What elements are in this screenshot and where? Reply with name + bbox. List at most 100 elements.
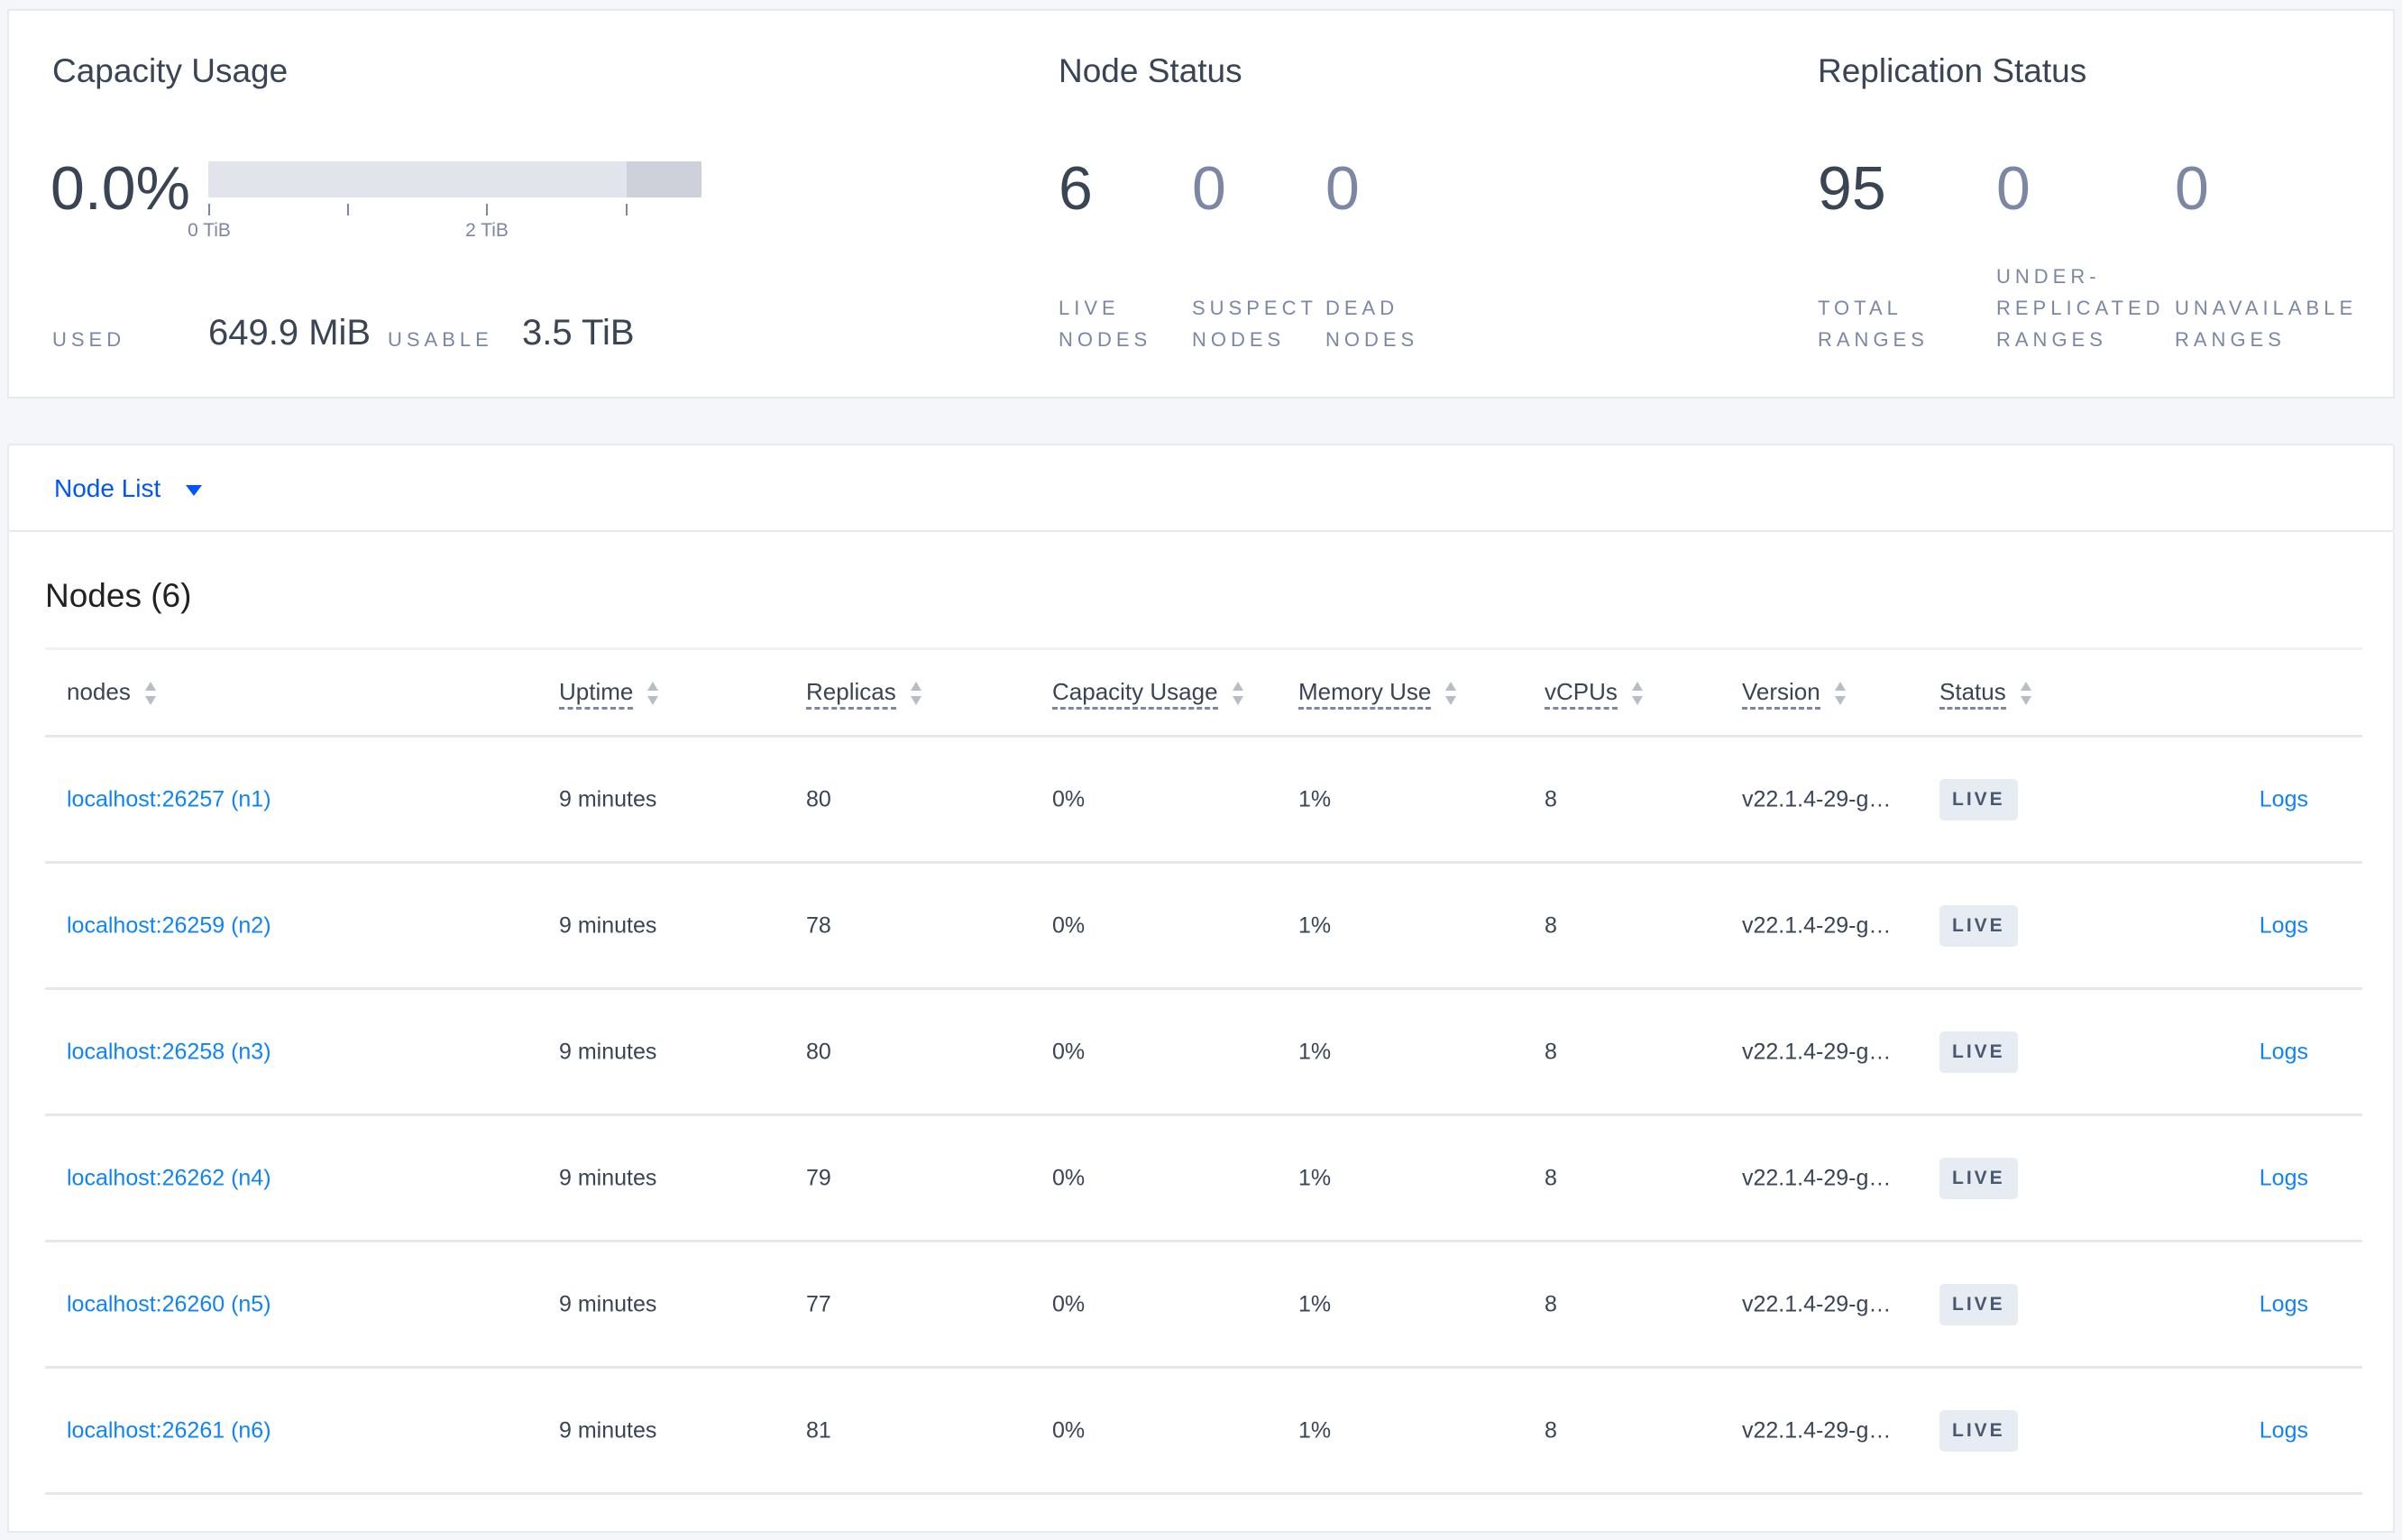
suspect-nodes-label: SUSPECT NODES bbox=[1192, 292, 1317, 355]
cell-version: v22.1.4-29-g… bbox=[1742, 1291, 1892, 1316]
cell-vcpus: 8 bbox=[1545, 912, 1557, 938]
live-nodes-label: LIVE NODES bbox=[1059, 292, 1151, 355]
cell-uptime: 9 minutes bbox=[559, 786, 657, 811]
table-row: localhost:26260 (n5) 9 minutes 77 0% 1% 8 v22.… bbox=[45, 1242, 2362, 1369]
column-header-capacity-usage[interactable]: Capacity Usage bbox=[1052, 678, 1243, 710]
table-row: localhost:26257 (n1) 9 minutes 80 0% 1% 8 v22.… bbox=[45, 738, 2362, 864]
sort-icon[interactable] bbox=[1834, 682, 1846, 706]
node-link[interactable]: localhost:26261 (n6) bbox=[67, 1417, 271, 1444]
logs-link[interactable]: Logs bbox=[2260, 1291, 2308, 1317]
label-line: REPLICATED bbox=[1996, 297, 2165, 319]
node-status-title: Node Status bbox=[1059, 52, 1242, 89]
cell-memory: 1% bbox=[1298, 786, 1332, 811]
cell-capacity: 0% bbox=[1052, 786, 1086, 811]
logs-link[interactable]: Logs bbox=[2260, 912, 2308, 939]
cell-vcpus: 8 bbox=[1545, 1039, 1557, 1064]
view-selector-bar: Node List bbox=[7, 444, 2395, 532]
table-title: Nodes (6) bbox=[45, 577, 192, 614]
cell-memory: 1% bbox=[1298, 1039, 1332, 1064]
header-label: Uptime bbox=[559, 678, 634, 710]
header-label: Version bbox=[1742, 678, 1820, 710]
used-value: 649.9 MiB bbox=[208, 313, 371, 353]
label-line: TOTAL bbox=[1818, 297, 1902, 319]
header-label: nodes bbox=[67, 678, 131, 705]
cell-version: v22.1.4-29-g… bbox=[1742, 1039, 1892, 1064]
usable-value: 3.5 TiB bbox=[522, 313, 635, 353]
node-link[interactable]: localhost:26258 (n3) bbox=[67, 1039, 271, 1065]
divider bbox=[45, 647, 2362, 650]
label-line: RANGES bbox=[2175, 328, 2286, 351]
capacity-title: Capacity Usage bbox=[52, 52, 289, 89]
label-line: LIVE bbox=[1059, 297, 1120, 319]
table-row: localhost:26259 (n2) 9 minutes 78 0% 1% 8 v22.… bbox=[45, 864, 2362, 990]
column-header-nodes[interactable]: nodes bbox=[67, 678, 156, 706]
header-label: Status bbox=[1939, 678, 2006, 710]
dead-nodes-count: 0 bbox=[1325, 154, 1360, 223]
cell-replicas: 77 bbox=[806, 1291, 831, 1316]
cell-version: v22.1.4-29-g… bbox=[1742, 786, 1892, 811]
cell-capacity: 0% bbox=[1052, 1165, 1086, 1190]
node-link[interactable]: localhost:26262 (n4) bbox=[67, 1165, 271, 1191]
axis-label: 2 TiB bbox=[465, 220, 509, 241]
cell-uptime: 9 minutes bbox=[559, 912, 657, 938]
usable-label: USABLE bbox=[388, 328, 493, 351]
cell-replicas: 81 bbox=[806, 1417, 831, 1443]
column-header-uptime[interactable]: Uptime bbox=[559, 678, 659, 710]
sort-icon[interactable] bbox=[1232, 682, 1243, 706]
sort-icon[interactable] bbox=[647, 682, 659, 706]
logs-link[interactable]: Logs bbox=[2260, 1165, 2308, 1191]
logs-link[interactable]: Logs bbox=[2260, 1417, 2308, 1444]
table-row: localhost:26262 (n4) 9 minutes 79 0% 1% 8 v22.… bbox=[45, 1116, 2362, 1242]
cell-vcpus: 8 bbox=[1545, 1417, 1557, 1443]
node-link[interactable]: localhost:26257 (n1) bbox=[67, 786, 271, 812]
cell-memory: 1% bbox=[1298, 1165, 1332, 1190]
column-header-vcpus[interactable]: vCPUs bbox=[1545, 678, 1643, 710]
label-line: NODES bbox=[1059, 328, 1152, 351]
node-link[interactable]: localhost:26260 (n5) bbox=[67, 1291, 271, 1317]
label-line: UNDER- bbox=[1996, 265, 2101, 288]
status-badge: LIVE bbox=[1939, 1031, 2018, 1073]
logs-link[interactable]: Logs bbox=[2260, 1039, 2308, 1065]
column-header-status[interactable]: Status bbox=[1939, 678, 2031, 710]
status-badge: LIVE bbox=[1939, 1409, 2018, 1452]
logs-link[interactable]: Logs bbox=[2260, 786, 2308, 812]
cell-memory: 1% bbox=[1298, 1291, 1332, 1316]
status-badge: LIVE bbox=[1939, 1283, 2018, 1325]
unavailable-count: 0 bbox=[2175, 154, 2209, 223]
live-nodes-count: 6 bbox=[1059, 154, 1093, 223]
label-line: NODES bbox=[1325, 328, 1419, 351]
status-badge: LIVE bbox=[1939, 778, 2018, 820]
header-label: Memory Use bbox=[1298, 678, 1432, 710]
cell-memory: 1% bbox=[1298, 912, 1332, 938]
node-list-dropdown[interactable]: Node List bbox=[54, 474, 203, 503]
label-line: DEAD bbox=[1325, 297, 1399, 319]
cell-capacity: 0% bbox=[1052, 1291, 1086, 1316]
label-line: RANGES bbox=[1818, 328, 1929, 351]
summary-card: Capacity Usage 0.0% 0 TiB 2 TiB USED 649… bbox=[7, 9, 2395, 399]
sort-icon[interactable] bbox=[1445, 682, 1457, 706]
cell-uptime: 9 minutes bbox=[559, 1417, 657, 1443]
cell-uptime: 9 minutes bbox=[559, 1165, 657, 1190]
column-header-memory-use[interactable]: Memory Use bbox=[1298, 678, 1457, 710]
sort-icon[interactable] bbox=[2020, 682, 2031, 706]
axis-tick bbox=[486, 204, 488, 215]
axis-label: 0 TiB bbox=[188, 220, 231, 241]
header-label: vCPUs bbox=[1545, 678, 1618, 710]
column-header-replicas[interactable]: Replicas bbox=[806, 678, 921, 710]
sort-icon[interactable] bbox=[1631, 682, 1643, 706]
axis-tick bbox=[347, 204, 349, 215]
cell-replicas: 79 bbox=[806, 1165, 831, 1190]
cell-vcpus: 8 bbox=[1545, 1291, 1557, 1316]
capacity-percent: 0.0% bbox=[50, 154, 190, 223]
caret-down-icon bbox=[186, 484, 203, 496]
label-line: NODES bbox=[1192, 328, 1286, 351]
node-link[interactable]: localhost:26259 (n2) bbox=[67, 912, 271, 939]
sort-icon[interactable] bbox=[910, 682, 921, 706]
cell-capacity: 0% bbox=[1052, 1417, 1086, 1443]
header-label: Capacity Usage bbox=[1052, 678, 1218, 710]
cell-version: v22.1.4-29-g… bbox=[1742, 1417, 1892, 1443]
sort-icon[interactable] bbox=[144, 682, 156, 706]
column-header-version[interactable]: Version bbox=[1742, 678, 1846, 710]
capacity-bar bbox=[208, 161, 701, 197]
suspect-nodes-count: 0 bbox=[1192, 154, 1226, 223]
